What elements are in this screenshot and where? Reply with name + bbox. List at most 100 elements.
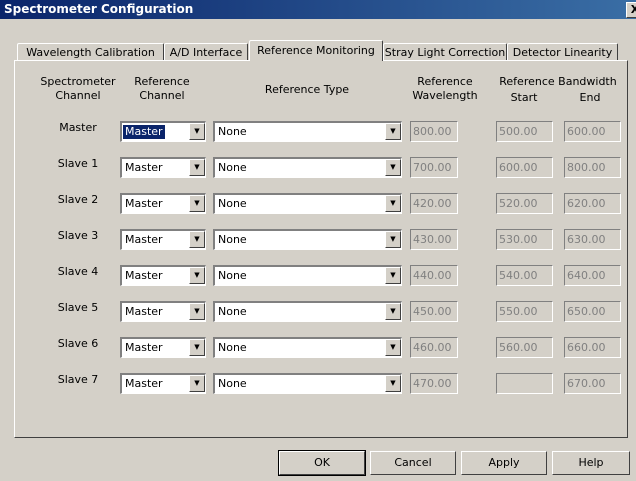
dropdown-arrow-icon[interactable]: ▼ — [385, 195, 401, 212]
dropdown-arrow-icon[interactable]: ▼ — [385, 159, 401, 176]
reference-wavelength-field: 700.00 — [410, 157, 458, 178]
tab-detector-linearity[interactable]: Detector Linearity — [507, 43, 618, 61]
bandwidth-start-field: 560.00 — [496, 337, 553, 358]
reference-channel-value: Master — [125, 197, 163, 210]
dropdown-arrow-icon[interactable]: ▼ — [385, 231, 401, 248]
reference-type-select[interactable]: None ▼ — [213, 193, 402, 214]
channel-label: Slave 6 — [57, 337, 99, 350]
reference-channel-value: Master — [125, 377, 163, 390]
reference-type-value: None — [218, 269, 247, 282]
reference-type-select[interactable]: None ▼ — [213, 337, 402, 358]
reference-channel-value: Master — [125, 341, 163, 354]
apply-label: Apply — [488, 456, 520, 469]
reference-type-value: None — [218, 341, 247, 354]
header-reference-bandwidth: Reference Bandwidth — [499, 75, 617, 88]
reference-channel-value: Master — [125, 305, 163, 318]
bandwidth-start-field: 600.00 — [496, 157, 553, 178]
bandwidth-start-field — [496, 373, 553, 394]
header-line: Spectrometer — [40, 75, 116, 88]
reference-wavelength-field: 440.00 — [410, 265, 458, 286]
header-line: Wavelength — [412, 89, 478, 102]
ok-button[interactable]: OK — [278, 450, 366, 476]
channel-label: Slave 2 — [57, 193, 99, 206]
bandwidth-end-field: 600.00 — [564, 121, 621, 142]
help-button[interactable]: Help — [552, 451, 630, 475]
tab-ad-interface[interactable]: A/D Interface — [164, 43, 248, 61]
reference-channel-select[interactable]: Master ▼ — [120, 157, 206, 178]
header-start: Start — [510, 91, 538, 104]
reference-channel-select[interactable]: Master ▼ — [120, 301, 206, 322]
reference-type-value: None — [218, 125, 247, 138]
dropdown-arrow-icon[interactable]: ▼ — [189, 303, 205, 320]
dropdown-arrow-icon[interactable]: ▼ — [385, 123, 401, 140]
bandwidth-start-field: 520.00 — [496, 193, 553, 214]
dropdown-arrow-icon[interactable]: ▼ — [189, 267, 205, 284]
bandwidth-start-field: 530.00 — [496, 229, 553, 250]
channel-label: Slave 4 — [57, 265, 99, 278]
reference-channel-value: Master — [125, 233, 163, 246]
bandwidth-end-field: 620.00 — [564, 193, 621, 214]
header-line: Reference — [134, 75, 190, 88]
bandwidth-end-field: 630.00 — [564, 229, 621, 250]
header-reference-channel: Reference Channel — [117, 75, 207, 103]
close-button[interactable]: X — [626, 2, 636, 18]
reference-wavelength-field: 430.00 — [410, 229, 458, 250]
reference-channel-select[interactable]: Master ▼ — [120, 193, 206, 214]
reference-channel-select[interactable]: Master ▼ — [120, 229, 206, 250]
reference-type-select[interactable]: None ▼ — [213, 301, 402, 322]
bandwidth-start-field: 500.00 — [496, 121, 553, 142]
dropdown-arrow-icon[interactable]: ▼ — [385, 339, 401, 356]
reference-wavelength-field: 800.00 — [410, 121, 458, 142]
header-line: Channel — [55, 89, 101, 102]
reference-type-value: None — [218, 161, 247, 174]
channel-label: Slave 7 — [57, 373, 99, 386]
dropdown-arrow-icon[interactable]: ▼ — [189, 231, 205, 248]
reference-type-select[interactable]: None ▼ — [213, 157, 402, 178]
channel-label: Slave 3 — [57, 229, 99, 242]
reference-channel-select[interactable]: Master ▼ — [120, 337, 206, 358]
header-reference-wavelength: Reference Wavelength — [405, 75, 485, 103]
reference-type-value: None — [218, 377, 247, 390]
dropdown-arrow-icon[interactable]: ▼ — [189, 123, 205, 140]
header-end: End — [579, 91, 601, 104]
apply-button[interactable]: Apply — [461, 451, 547, 475]
bandwidth-end-field: 650.00 — [564, 301, 621, 322]
tab-reference-monitoring[interactable]: Reference Monitoring — [249, 40, 383, 61]
title-bar: Spectrometer Configuration X — [0, 0, 636, 19]
channel-label: Slave 5 — [57, 301, 99, 314]
dropdown-arrow-icon[interactable]: ▼ — [189, 159, 205, 176]
bandwidth-start-field: 550.00 — [496, 301, 553, 322]
dropdown-arrow-icon[interactable]: ▼ — [189, 339, 205, 356]
reference-wavelength-field: 450.00 — [410, 301, 458, 322]
header-line: Reference — [417, 75, 473, 88]
reference-channel-select[interactable]: Master ▼ — [120, 265, 206, 286]
window-title: Spectrometer Configuration — [4, 2, 194, 16]
reference-type-select[interactable]: None ▼ — [213, 121, 402, 142]
header-spectrometer-channel: Spectrometer Channel — [30, 75, 126, 103]
reference-type-select[interactable]: None ▼ — [213, 229, 402, 250]
reference-type-value: None — [218, 305, 247, 318]
reference-channel-select[interactable]: Master ▼ — [120, 373, 206, 394]
tab-stray-light-correction[interactable]: Stray Light Correction — [383, 43, 507, 61]
bandwidth-end-field: 800.00 — [564, 157, 621, 178]
dropdown-arrow-icon[interactable]: ▼ — [385, 375, 401, 392]
cancel-button[interactable]: Cancel — [370, 451, 456, 475]
header-line: Channel — [139, 89, 185, 102]
dropdown-arrow-icon[interactable]: ▼ — [189, 195, 205, 212]
tab-wavelength-calibration[interactable]: Wavelength Calibration — [17, 43, 164, 61]
bandwidth-end-field: 640.00 — [564, 265, 621, 286]
reference-wavelength-field: 420.00 — [410, 193, 458, 214]
reference-wavelength-field: 460.00 — [410, 337, 458, 358]
reference-channel-select[interactable]: Master ▼ — [120, 121, 206, 142]
reference-type-select[interactable]: None ▼ — [213, 373, 402, 394]
bandwidth-end-field: 660.00 — [564, 337, 621, 358]
reference-type-select[interactable]: None ▼ — [213, 265, 402, 286]
header-reference-type: Reference Type — [264, 83, 350, 96]
reference-type-value: None — [218, 197, 247, 210]
bandwidth-start-field: 540.00 — [496, 265, 553, 286]
dropdown-arrow-icon[interactable]: ▼ — [385, 303, 401, 320]
dropdown-arrow-icon[interactable]: ▼ — [189, 375, 205, 392]
reference-wavelength-field: 470.00 — [410, 373, 458, 394]
dropdown-arrow-icon[interactable]: ▼ — [385, 267, 401, 284]
reference-type-value: None — [218, 233, 247, 246]
